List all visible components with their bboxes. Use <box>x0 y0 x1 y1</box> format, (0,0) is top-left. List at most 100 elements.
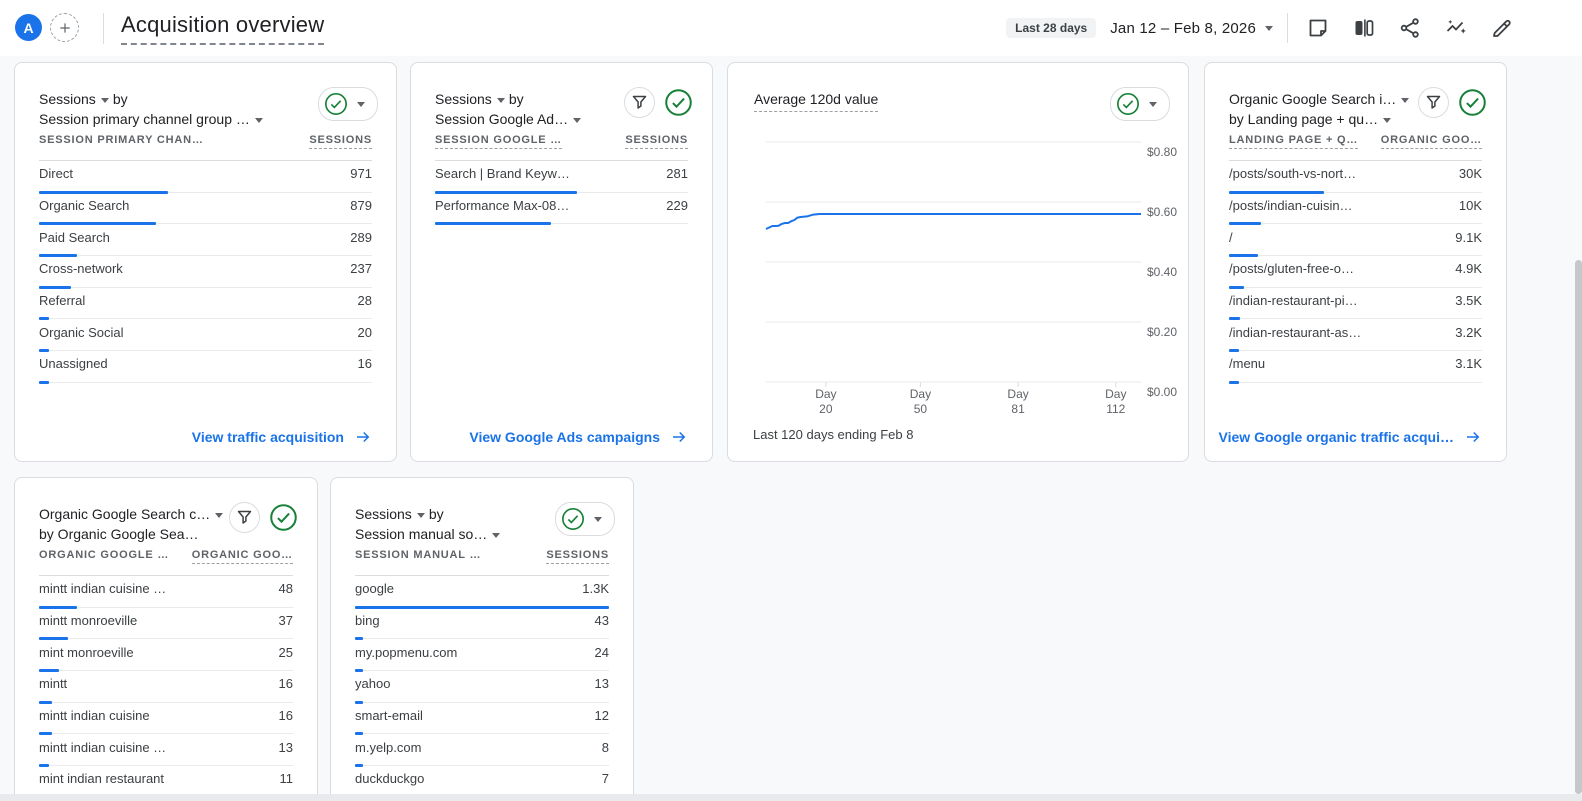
insights-icon[interactable] <box>1443 15 1469 41</box>
vertical-scrollbar[interactable] <box>1575 260 1582 794</box>
data-table: Direct971Organic Search879Paid Search289… <box>39 161 372 383</box>
table-row: yahoo13 <box>355 671 609 703</box>
data-quality-dropdown[interactable] <box>1110 87 1170 121</box>
table-row: /indian-restaurant-as…3.2K <box>1229 319 1482 351</box>
check-circle-icon <box>269 503 298 532</box>
table-row: mintt monroeville37 <box>39 608 293 640</box>
card-footer-link[interactable]: View Google Ads campaigns <box>469 428 688 446</box>
date-range-selector[interactable]: Jan 12 – Feb 8, 2026 <box>1110 20 1273 37</box>
table-row: Direct971 <box>39 161 372 193</box>
edit-icon[interactable] <box>1489 15 1515 41</box>
table-row: mintt indian cuisine …48 <box>39 576 293 608</box>
metric-dropdown[interactable]: Sessionsby <box>435 89 585 109</box>
filter-button[interactable] <box>624 87 655 118</box>
row-value: 8 <box>602 740 609 755</box>
row-value: 11 <box>280 771 294 786</box>
horizontal-scrollbar[interactable] <box>0 794 1582 801</box>
header-right-controls: Last 28 days Jan 12 – Feb 8, 2026 <box>1006 12 1518 44</box>
row-value: 7 <box>602 771 609 786</box>
row-value: 237 <box>350 261 372 276</box>
row-label: mintt indian cuisine … <box>39 581 166 596</box>
chevron-down-icon <box>573 118 581 123</box>
dimension-dropdown[interactable]: Session Google Ad… <box>435 109 585 129</box>
card-title: Sessionsby Session manual so… <box>355 504 504 544</box>
compare-icon[interactable] <box>1351 15 1377 41</box>
filter-button[interactable] <box>229 502 260 533</box>
card-title: Sessionsby Session primary channel group… <box>39 89 267 129</box>
data-quality-button[interactable] <box>663 87 694 118</box>
data-quality-dropdown[interactable] <box>318 87 378 121</box>
row-value: 28 <box>358 293 372 308</box>
row-label: mintt indian cuisine … <box>39 740 166 755</box>
row-value: 24 <box>595 645 609 660</box>
row-label: / <box>1229 230 1233 245</box>
dimension-dropdown[interactable]: Session manual so… <box>355 524 504 544</box>
column-headers: LANDING PAGE + Q… ORGANIC GOO… <box>1229 134 1482 161</box>
table-row: m.yelp.com8 <box>355 734 609 766</box>
chevron-down-icon <box>492 533 500 538</box>
row-value: 879 <box>350 198 372 213</box>
row-label: Paid Search <box>39 230 110 245</box>
row-label: smart-email <box>355 708 423 723</box>
column-headers: SESSION PRIMARY CHAN… SESSIONS <box>39 134 372 161</box>
line-chart: $0.00$0.20$0.40$0.60$0.80Day20Day50Day81… <box>766 142 1186 432</box>
table-row: Organic Search879 <box>39 193 372 225</box>
row-value: 16 <box>279 708 293 723</box>
chevron-down-icon <box>357 102 365 107</box>
card-footer-link[interactable]: View traffic acquisition <box>192 428 372 446</box>
dimension-dropdown[interactable]: by Landing page + qu… <box>1229 109 1413 129</box>
data-quality-button[interactable] <box>268 502 299 533</box>
funnel-icon <box>237 510 252 525</box>
table-row: mint monroeville25 <box>39 639 293 671</box>
dimension-column-header: SESSION MANUAL … <box>355 549 481 563</box>
data-table: Search | Brand Keyw…281Performance Max-0… <box>435 161 688 224</box>
dimension-column-header: SESSION PRIMARY CHAN… <box>39 134 204 148</box>
card-controls <box>555 502 615 536</box>
row-value: 12 <box>595 708 609 723</box>
row-value: 16 <box>358 356 372 371</box>
avatar[interactable]: A <box>15 14 42 41</box>
column-headers: ORGANIC GOOGLE … ORGANIC GOO… <box>39 549 293 576</box>
chevron-down-icon <box>215 513 223 518</box>
chevron-down-icon <box>1149 102 1157 107</box>
note-icon[interactable] <box>1305 15 1331 41</box>
metric-dropdown[interactable]: Organic Google Search i… <box>1229 89 1413 109</box>
arrow-right-icon <box>670 428 688 446</box>
row-label: google <box>355 581 394 596</box>
metric-dropdown[interactable]: Organic Google Search c… <box>39 504 227 524</box>
card-footer-link[interactable]: View Google organic traffic acqui… <box>1219 428 1482 446</box>
table-row: /9.1K <box>1229 224 1482 256</box>
metric-column-header: SESSIONS <box>625 134 688 149</box>
dimension-dropdown[interactable]: Session primary channel group … <box>39 109 267 129</box>
add-comparison-button[interactable] <box>50 13 79 42</box>
table-row: mintt16 <box>39 671 293 703</box>
data-quality-dropdown[interactable] <box>555 502 615 536</box>
chevron-down-icon <box>1383 118 1391 123</box>
row-bar <box>435 222 551 225</box>
card-controls <box>1418 87 1488 118</box>
metric-column-header: ORGANIC GOO… <box>1381 134 1482 149</box>
row-value: 10K <box>1459 198 1482 213</box>
chevron-down-icon <box>101 98 109 103</box>
check-circle-icon <box>561 507 585 531</box>
table-row: Organic Social20 <box>39 319 372 351</box>
metric-dropdown[interactable]: Sessionsby <box>39 89 267 109</box>
dimension-column-header: SESSION GOOGLE … <box>435 134 562 149</box>
row-value: 13 <box>595 676 609 691</box>
dimension-dropdown[interactable]: by Organic Google Sea… <box>39 524 227 544</box>
chevron-down-icon <box>594 517 602 522</box>
row-label: Unassigned <box>39 356 108 371</box>
data-quality-button[interactable] <box>1457 87 1488 118</box>
row-value: 30K <box>1459 166 1482 181</box>
table-row: Cross-network237 <box>39 256 372 288</box>
x-axis-tick-label: Day20 <box>808 387 844 417</box>
data-table: mintt indian cuisine …48mintt monroevill… <box>39 576 293 798</box>
metric-dropdown[interactable]: Sessionsby <box>355 504 504 524</box>
share-icon[interactable] <box>1397 15 1423 41</box>
filter-button[interactable] <box>1418 87 1449 118</box>
top-header-bar: A Acquisition overview Last 28 days Jan … <box>0 0 1582 56</box>
check-circle-icon <box>1116 92 1140 116</box>
row-label: Direct <box>39 166 73 181</box>
page-title[interactable]: Acquisition overview <box>121 12 324 45</box>
card-average-120d-value-chart: Average 120d value $0.00$0.20$0.40$0.60$… <box>727 62 1189 462</box>
